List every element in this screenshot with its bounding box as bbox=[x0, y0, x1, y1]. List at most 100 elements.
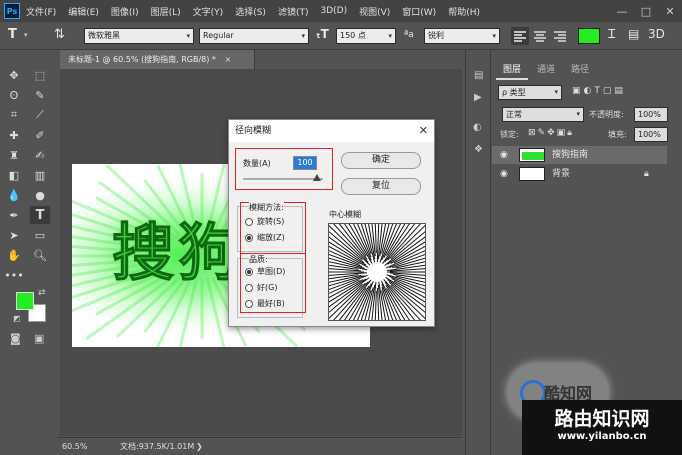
menu-select[interactable]: 选择(S) bbox=[235, 5, 266, 18]
status-menu-arrow-icon[interactable]: ❯ bbox=[196, 438, 203, 455]
swap-colors-icon[interactable]: ⇄ bbox=[38, 288, 46, 298]
align-left-button[interactable] bbox=[511, 27, 529, 45]
menu-window[interactable]: 窗口(W) bbox=[402, 5, 436, 18]
path-select-tool-icon[interactable]: ➤ bbox=[4, 226, 24, 244]
warp-text-icon[interactable]: Ꮖ bbox=[608, 27, 616, 42]
chevron-down-icon[interactable]: ▾ bbox=[24, 31, 28, 39]
3d-icon[interactable]: 3D bbox=[648, 27, 665, 41]
foreground-color-swatch[interactable] bbox=[16, 292, 34, 310]
menu-filter[interactable]: 滤镜(T) bbox=[278, 5, 309, 18]
healing-brush-tool-icon[interactable]: ✚ bbox=[4, 126, 24, 144]
fill-field[interactable]: 100% bbox=[634, 127, 668, 142]
status-bar: 60.5% 文档:937.5K/1.01M ❯ bbox=[58, 437, 462, 455]
lock-icons[interactable]: ⊠✎✥▣🔒︎ bbox=[528, 128, 574, 138]
ok-button[interactable]: 确定 bbox=[341, 152, 421, 169]
screen-mode-icon[interactable]: ▣ bbox=[34, 332, 44, 345]
history-brush-tool-icon[interactable]: ✍ bbox=[30, 146, 50, 164]
close-icon[interactable]: ✕ bbox=[419, 120, 428, 142]
menu-layer[interactable]: 图层(L) bbox=[151, 5, 181, 18]
toggle-orientation-icon[interactable]: ⇅ bbox=[54, 27, 65, 42]
options-bar: T ▾ ⇅ 微软雅黑 ▾ Regular ▾ ₜT 150 点 ▾ ªa 锐利 ▾ Ꮖ … bbox=[0, 22, 682, 50]
font-family-select[interactable]: 微软雅黑 ▾ bbox=[84, 28, 194, 44]
opacity-field[interactable]: 100% bbox=[634, 107, 668, 122]
layer-filter-icons[interactable]: ▣◐T▢▤ bbox=[572, 86, 626, 96]
method-spin-label[interactable]: 旋转(S) bbox=[257, 216, 284, 227]
type-tool-icon[interactable]: T bbox=[30, 206, 50, 224]
crop-tool-icon[interactable]: ⌗ bbox=[4, 106, 24, 124]
close-document-icon[interactable]: × bbox=[224, 55, 231, 64]
font-style-select[interactable]: Regular ▾ bbox=[199, 28, 309, 44]
blend-mode-value: 正常 bbox=[506, 110, 522, 119]
eraser-tool-icon[interactable]: ◧ bbox=[4, 166, 24, 184]
text-color-swatch[interactable] bbox=[578, 28, 600, 44]
styles-panel-icon[interactable]: ❖ bbox=[474, 144, 483, 155]
default-colors-icon[interactable]: ◩ bbox=[13, 314, 21, 323]
menu-view[interactable]: 视图(V) bbox=[359, 5, 390, 18]
blend-mode-select[interactable]: 正常 ▾ bbox=[502, 107, 584, 122]
method-zoom-label[interactable]: 缩放(Z) bbox=[257, 232, 285, 243]
layer-name[interactable]: 背景 bbox=[552, 165, 570, 183]
font-size-select[interactable]: 150 点 ▾ bbox=[336, 28, 396, 44]
history-panel-icon[interactable]: ▤ bbox=[474, 70, 483, 81]
tab-layers[interactable]: 图层 bbox=[496, 60, 528, 80]
lasso-tool-icon[interactable]: ʘ bbox=[4, 86, 24, 104]
antialias-icon: ªa bbox=[404, 30, 414, 40]
quality-draft-label[interactable]: 草图(D) bbox=[257, 266, 285, 277]
document-tab[interactable]: 未标题-1 @ 60.5% (搜狗指南, RGB/8) * × bbox=[60, 50, 255, 69]
amount-field[interactable]: 100 bbox=[293, 156, 317, 170]
quality-draft-radio[interactable] bbox=[245, 268, 253, 276]
align-center-button[interactable] bbox=[531, 27, 549, 45]
close-window-button[interactable]: ✕ bbox=[658, 0, 682, 22]
menu-edit[interactable]: 编辑(E) bbox=[68, 5, 99, 18]
adjustments-panel-icon[interactable]: ◐ bbox=[473, 122, 482, 133]
menu-image[interactable]: 图像(I) bbox=[111, 5, 139, 18]
blur-center-preview[interactable] bbox=[328, 223, 426, 321]
amount-slider-thumb[interactable] bbox=[313, 174, 321, 181]
quality-good-radio[interactable] bbox=[245, 284, 253, 292]
marquee-tool-icon[interactable]: ⬚ bbox=[30, 66, 50, 84]
amount-slider-track[interactable] bbox=[243, 178, 323, 180]
eyedropper-tool-icon[interactable]: ⟋ bbox=[30, 106, 50, 124]
visibility-eye-icon[interactable]: ◉ bbox=[500, 146, 508, 164]
visibility-eye-icon[interactable]: ◉ bbox=[500, 165, 508, 183]
quick-mask-icon[interactable]: ◙ bbox=[10, 332, 21, 345]
tab-channels[interactable]: 通道 bbox=[530, 60, 562, 80]
type-tool-preset-icon[interactable]: T bbox=[8, 27, 17, 42]
quality-good-label[interactable]: 好(G) bbox=[257, 282, 277, 293]
clone-stamp-tool-icon[interactable]: ♜ bbox=[4, 146, 24, 164]
blur-tool-icon[interactable]: 💧 bbox=[4, 186, 24, 204]
quality-best-label[interactable]: 最好(B) bbox=[257, 298, 285, 309]
actions-panel-icon[interactable]: ▶ bbox=[474, 92, 482, 103]
zoom-level[interactable]: 60.5% bbox=[62, 438, 87, 455]
move-tool-icon[interactable]: ✥ bbox=[4, 66, 24, 84]
hand-tool-icon[interactable]: ✋ bbox=[4, 246, 24, 264]
brush-tool-icon[interactable]: ✐ bbox=[30, 126, 50, 144]
rectangle-tool-icon[interactable]: ▭ bbox=[30, 226, 50, 244]
gradient-tool-icon[interactable]: ▥ bbox=[30, 166, 50, 184]
character-panel-icon[interactable]: ▤ bbox=[628, 27, 639, 41]
dodge-tool-icon[interactable]: ● bbox=[30, 186, 50, 204]
menu-3d[interactable]: 3D(D) bbox=[320, 6, 347, 16]
minimize-button[interactable]: — bbox=[610, 0, 634, 22]
chevron-down-icon: ▾ bbox=[492, 32, 496, 40]
align-right-button[interactable] bbox=[551, 27, 569, 45]
layer-row[interactable]: ◉ 搜狗指南 bbox=[492, 146, 667, 164]
menu-file[interactable]: 文件(F) bbox=[26, 5, 56, 18]
antialias-select[interactable]: 锐利 ▾ bbox=[424, 28, 500, 44]
layer-filter-select[interactable]: ρ 类型 ▾ bbox=[498, 85, 562, 100]
menu-type[interactable]: 文字(Y) bbox=[193, 5, 224, 18]
pen-tool-icon[interactable]: ✒ bbox=[4, 206, 24, 224]
reset-button[interactable]: 复位 bbox=[341, 178, 421, 195]
quality-best-radio[interactable] bbox=[245, 300, 253, 308]
layer-row[interactable]: ◉ 背景 🔒︎ bbox=[492, 165, 667, 183]
zoom-tool-icon[interactable]: 🔍︎ bbox=[30, 246, 50, 264]
menu-help[interactable]: 帮助(H) bbox=[448, 5, 480, 18]
maximize-button[interactable]: □ bbox=[634, 0, 658, 22]
method-zoom-radio[interactable] bbox=[245, 234, 253, 242]
method-spin-radio[interactable] bbox=[245, 218, 253, 226]
canvas-text-layer: 搜狗 bbox=[111, 216, 245, 290]
layer-name[interactable]: 搜狗指南 bbox=[552, 146, 588, 164]
quick-select-tool-icon[interactable]: ✎ bbox=[30, 86, 50, 104]
tab-paths[interactable]: 路径 bbox=[564, 60, 596, 80]
more-tools-icon[interactable]: ••• bbox=[4, 266, 24, 284]
